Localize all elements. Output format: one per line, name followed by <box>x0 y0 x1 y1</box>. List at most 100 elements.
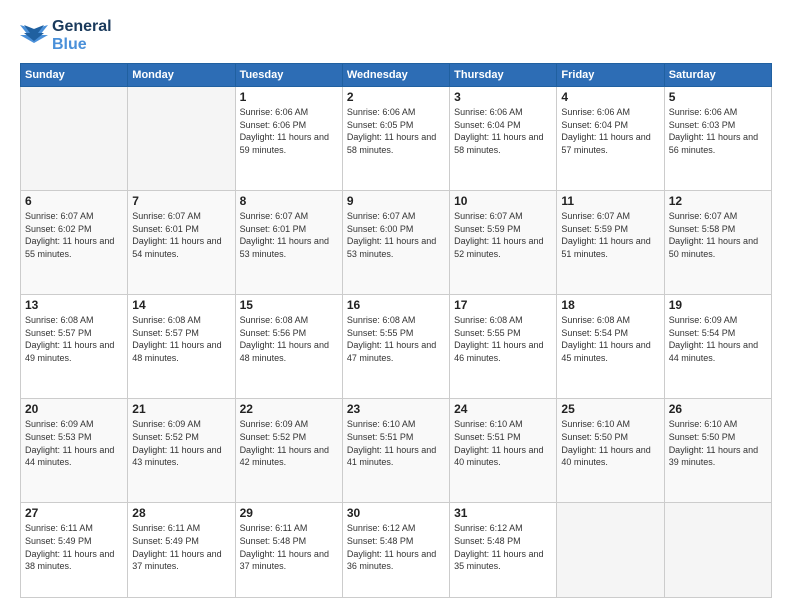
cell-info: Sunrise: 6:08 AM Sunset: 5:57 PM Dayligh… <box>25 314 123 364</box>
weekday-header-wednesday: Wednesday <box>342 64 449 87</box>
cell-info: Sunrise: 6:09 AM Sunset: 5:52 PM Dayligh… <box>240 418 338 468</box>
day-number: 19 <box>669 298 767 312</box>
day-number: 24 <box>454 402 552 416</box>
cell-info: Sunrise: 6:08 AM Sunset: 5:57 PM Dayligh… <box>132 314 230 364</box>
cell-info: Sunrise: 6:09 AM Sunset: 5:53 PM Dayligh… <box>25 418 123 468</box>
cell-info: Sunrise: 6:07 AM Sunset: 6:02 PM Dayligh… <box>25 210 123 260</box>
calendar-cell: 21 Sunrise: 6:09 AM Sunset: 5:52 PM Dayl… <box>128 399 235 503</box>
calendar-cell: 8 Sunrise: 6:07 AM Sunset: 6:01 PM Dayli… <box>235 191 342 295</box>
cell-info: Sunrise: 6:11 AM Sunset: 5:49 PM Dayligh… <box>132 522 230 572</box>
calendar-cell: 19 Sunrise: 6:09 AM Sunset: 5:54 PM Dayl… <box>664 295 771 399</box>
weekday-header-tuesday: Tuesday <box>235 64 342 87</box>
cell-info: Sunrise: 6:10 AM Sunset: 5:50 PM Dayligh… <box>561 418 659 468</box>
calendar-cell: 29 Sunrise: 6:11 AM Sunset: 5:48 PM Dayl… <box>235 503 342 598</box>
calendar-cell: 3 Sunrise: 6:06 AM Sunset: 6:04 PM Dayli… <box>450 87 557 191</box>
calendar-cell: 31 Sunrise: 6:12 AM Sunset: 5:48 PM Dayl… <box>450 503 557 598</box>
weekday-header-sunday: Sunday <box>21 64 128 87</box>
cell-info: Sunrise: 6:07 AM Sunset: 5:59 PM Dayligh… <box>454 210 552 260</box>
cell-info: Sunrise: 6:07 AM Sunset: 5:58 PM Dayligh… <box>669 210 767 260</box>
calendar-week-row: 1 Sunrise: 6:06 AM Sunset: 6:06 PM Dayli… <box>21 87 772 191</box>
weekday-header-row: SundayMondayTuesdayWednesdayThursdayFrid… <box>21 64 772 87</box>
day-number: 21 <box>132 402 230 416</box>
day-number: 22 <box>240 402 338 416</box>
day-number: 26 <box>669 402 767 416</box>
day-number: 31 <box>454 506 552 520</box>
cell-info: Sunrise: 6:12 AM Sunset: 5:48 PM Dayligh… <box>454 522 552 572</box>
cell-info: Sunrise: 6:06 AM Sunset: 6:05 PM Dayligh… <box>347 106 445 156</box>
cell-info: Sunrise: 6:07 AM Sunset: 6:01 PM Dayligh… <box>132 210 230 260</box>
cell-info: Sunrise: 6:09 AM Sunset: 5:52 PM Dayligh… <box>132 418 230 468</box>
day-number: 20 <box>25 402 123 416</box>
day-number: 27 <box>25 506 123 520</box>
calendar-cell: 30 Sunrise: 6:12 AM Sunset: 5:48 PM Dayl… <box>342 503 449 598</box>
calendar-cell: 5 Sunrise: 6:06 AM Sunset: 6:03 PM Dayli… <box>664 87 771 191</box>
day-number: 4 <box>561 90 659 104</box>
cell-info: Sunrise: 6:06 AM Sunset: 6:04 PM Dayligh… <box>561 106 659 156</box>
day-number: 8 <box>240 194 338 208</box>
calendar-cell: 15 Sunrise: 6:08 AM Sunset: 5:56 PM Dayl… <box>235 295 342 399</box>
day-number: 3 <box>454 90 552 104</box>
day-number: 25 <box>561 402 659 416</box>
day-number: 6 <box>25 194 123 208</box>
calendar-cell: 1 Sunrise: 6:06 AM Sunset: 6:06 PM Dayli… <box>235 87 342 191</box>
cell-info: Sunrise: 6:08 AM Sunset: 5:56 PM Dayligh… <box>240 314 338 364</box>
calendar-cell: 28 Sunrise: 6:11 AM Sunset: 5:49 PM Dayl… <box>128 503 235 598</box>
cell-info: Sunrise: 6:07 AM Sunset: 6:00 PM Dayligh… <box>347 210 445 260</box>
calendar-cell: 11 Sunrise: 6:07 AM Sunset: 5:59 PM Dayl… <box>557 191 664 295</box>
cell-info: Sunrise: 6:06 AM Sunset: 6:06 PM Dayligh… <box>240 106 338 156</box>
day-number: 9 <box>347 194 445 208</box>
weekday-header-saturday: Saturday <box>664 64 771 87</box>
page: General Blue SundayMondayTuesdayWednesda… <box>0 0 792 612</box>
weekday-header-thursday: Thursday <box>450 64 557 87</box>
calendar-cell <box>664 503 771 598</box>
logo-icon <box>20 25 48 47</box>
day-number: 1 <box>240 90 338 104</box>
day-number: 2 <box>347 90 445 104</box>
cell-info: Sunrise: 6:11 AM Sunset: 5:49 PM Dayligh… <box>25 522 123 572</box>
calendar-cell: 13 Sunrise: 6:08 AM Sunset: 5:57 PM Dayl… <box>21 295 128 399</box>
cell-info: Sunrise: 6:06 AM Sunset: 6:04 PM Dayligh… <box>454 106 552 156</box>
weekday-header-monday: Monday <box>128 64 235 87</box>
day-number: 23 <box>347 402 445 416</box>
logo-text: General Blue <box>52 18 112 53</box>
calendar-cell: 20 Sunrise: 6:09 AM Sunset: 5:53 PM Dayl… <box>21 399 128 503</box>
cell-info: Sunrise: 6:06 AM Sunset: 6:03 PM Dayligh… <box>669 106 767 156</box>
calendar-cell <box>21 87 128 191</box>
header: General Blue <box>20 18 772 53</box>
day-number: 13 <box>25 298 123 312</box>
cell-info: Sunrise: 6:11 AM Sunset: 5:48 PM Dayligh… <box>240 522 338 572</box>
cell-info: Sunrise: 6:09 AM Sunset: 5:54 PM Dayligh… <box>669 314 767 364</box>
calendar-cell: 7 Sunrise: 6:07 AM Sunset: 6:01 PM Dayli… <box>128 191 235 295</box>
calendar-cell: 27 Sunrise: 6:11 AM Sunset: 5:49 PM Dayl… <box>21 503 128 598</box>
calendar-week-row: 6 Sunrise: 6:07 AM Sunset: 6:02 PM Dayli… <box>21 191 772 295</box>
cell-info: Sunrise: 6:10 AM Sunset: 5:50 PM Dayligh… <box>669 418 767 468</box>
day-number: 29 <box>240 506 338 520</box>
day-number: 16 <box>347 298 445 312</box>
calendar-cell <box>128 87 235 191</box>
cell-info: Sunrise: 6:10 AM Sunset: 5:51 PM Dayligh… <box>454 418 552 468</box>
calendar-cell: 18 Sunrise: 6:08 AM Sunset: 5:54 PM Dayl… <box>557 295 664 399</box>
calendar-cell: 14 Sunrise: 6:08 AM Sunset: 5:57 PM Dayl… <box>128 295 235 399</box>
calendar-cell: 22 Sunrise: 6:09 AM Sunset: 5:52 PM Dayl… <box>235 399 342 503</box>
calendar-cell: 26 Sunrise: 6:10 AM Sunset: 5:50 PM Dayl… <box>664 399 771 503</box>
calendar-cell <box>557 503 664 598</box>
day-number: 5 <box>669 90 767 104</box>
logo: General Blue <box>20 18 112 53</box>
cell-info: Sunrise: 6:08 AM Sunset: 5:55 PM Dayligh… <box>347 314 445 364</box>
cell-info: Sunrise: 6:07 AM Sunset: 6:01 PM Dayligh… <box>240 210 338 260</box>
day-number: 10 <box>454 194 552 208</box>
cell-info: Sunrise: 6:12 AM Sunset: 5:48 PM Dayligh… <box>347 522 445 572</box>
calendar-cell: 25 Sunrise: 6:10 AM Sunset: 5:50 PM Dayl… <box>557 399 664 503</box>
day-number: 11 <box>561 194 659 208</box>
cell-info: Sunrise: 6:08 AM Sunset: 5:55 PM Dayligh… <box>454 314 552 364</box>
calendar-cell: 6 Sunrise: 6:07 AM Sunset: 6:02 PM Dayli… <box>21 191 128 295</box>
cell-info: Sunrise: 6:10 AM Sunset: 5:51 PM Dayligh… <box>347 418 445 468</box>
day-number: 15 <box>240 298 338 312</box>
calendar-cell: 24 Sunrise: 6:10 AM Sunset: 5:51 PM Dayl… <box>450 399 557 503</box>
day-number: 28 <box>132 506 230 520</box>
day-number: 17 <box>454 298 552 312</box>
day-number: 30 <box>347 506 445 520</box>
calendar-cell: 17 Sunrise: 6:08 AM Sunset: 5:55 PM Dayl… <box>450 295 557 399</box>
cell-info: Sunrise: 6:07 AM Sunset: 5:59 PM Dayligh… <box>561 210 659 260</box>
cell-info: Sunrise: 6:08 AM Sunset: 5:54 PM Dayligh… <box>561 314 659 364</box>
